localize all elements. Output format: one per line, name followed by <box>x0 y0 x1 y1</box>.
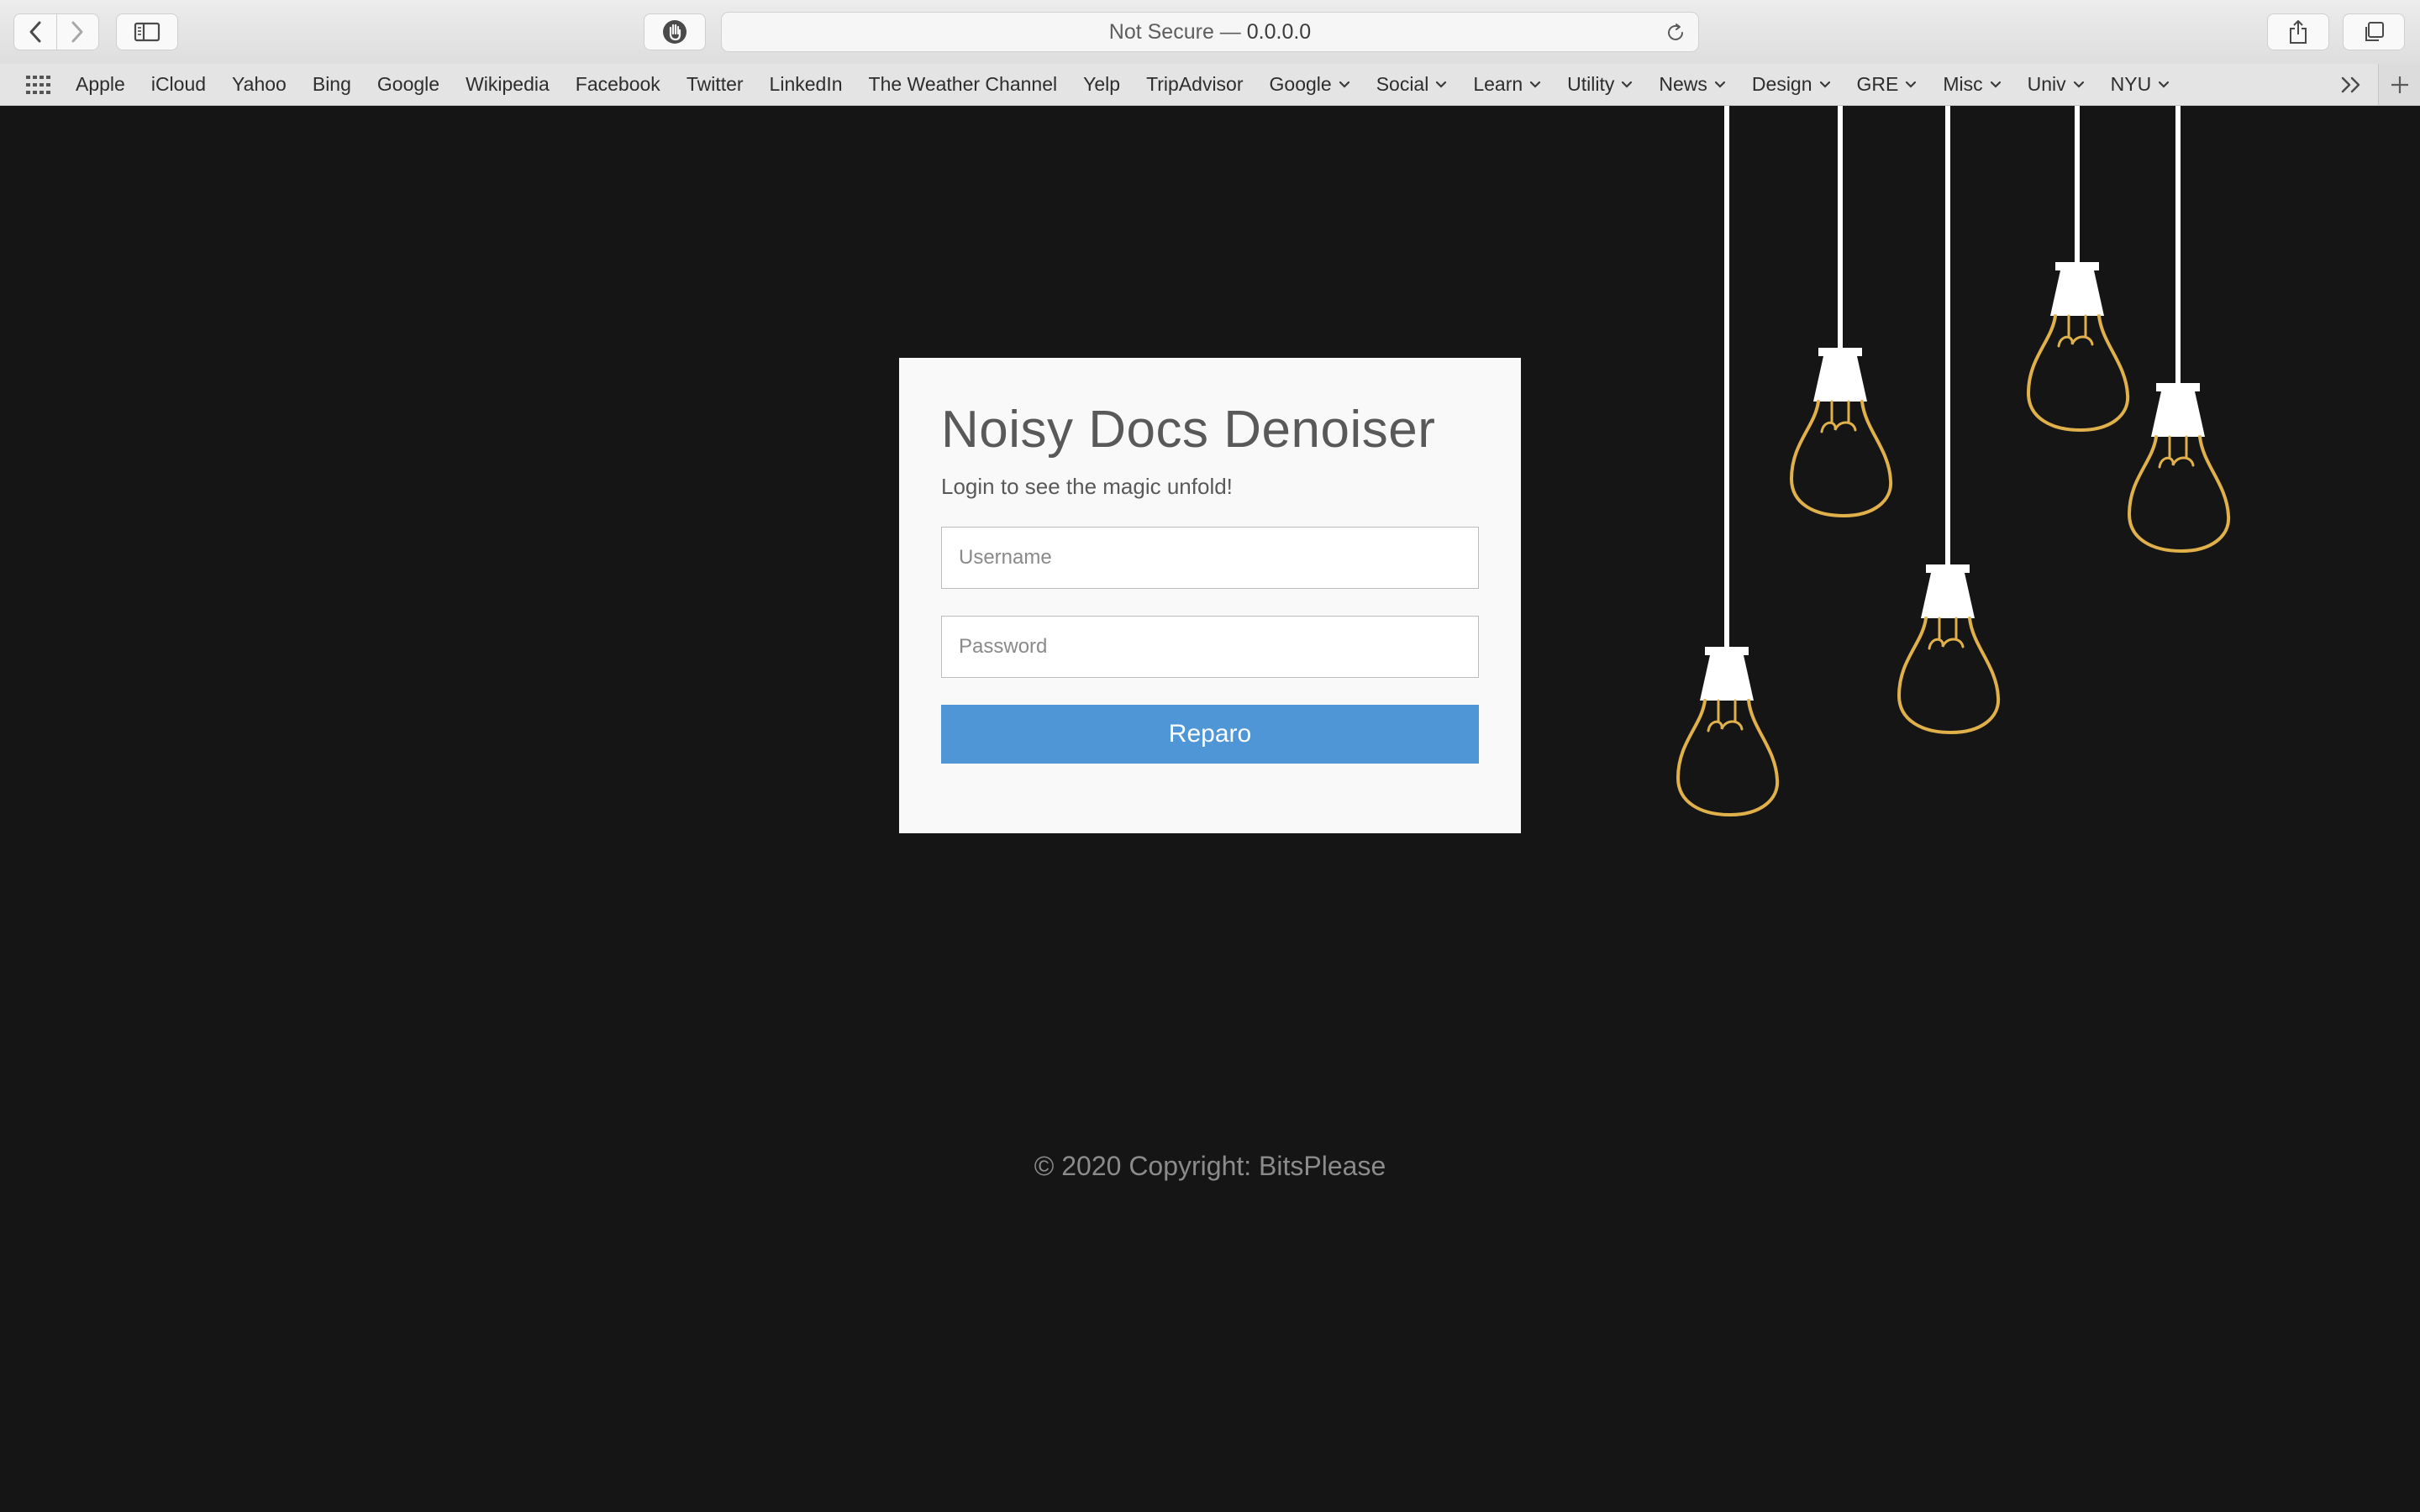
light-bulb <box>2127 106 2231 554</box>
favorites-item-label: Learn <box>1473 73 1523 95</box>
favorites-folder[interactable]: Design <box>1752 73 1831 96</box>
favorites-item-label: Google <box>376 73 440 95</box>
favorites-bar: Apple iCloud Yahoo Bing Google Wikipedia Faceb… <box>0 64 2420 106</box>
double-chevron-right-icon[interactable] <box>2339 75 2365 95</box>
favorites-link[interactable]: Google <box>377 73 439 96</box>
grid-icon[interactable] <box>25 75 50 95</box>
favorites-item-label: Twitter <box>686 73 744 95</box>
favorites-link[interactable]: iCloud <box>151 73 206 96</box>
share-button[interactable] <box>2267 13 2329 50</box>
favorites-item-label: TripAdvisor <box>1146 73 1244 95</box>
favorites-link[interactable]: Yelp <box>1083 73 1120 96</box>
favorites-folder[interactable]: Utility <box>1567 73 1633 96</box>
favorites-link[interactable]: Wikipedia <box>466 73 550 96</box>
favorites-item-label: Facebook <box>575 73 660 95</box>
chevron-down-icon <box>1436 81 1447 88</box>
favorites-item-label: Apple <box>76 73 125 95</box>
sidebar-button[interactable] <box>116 13 178 50</box>
favorites-item-label: The Weather Channel <box>868 73 1058 95</box>
favorites-item-label: Yelp <box>1083 73 1121 95</box>
favorites-folder[interactable]: Misc <box>1943 73 2001 96</box>
share-icon <box>2290 20 2307 44</box>
favorites-item-label: Design <box>1751 73 1812 95</box>
favorites-item-label: Utility <box>1567 73 1615 95</box>
light-bulb <box>1676 106 1780 817</box>
chevron-down-icon <box>1714 81 1726 88</box>
username-input[interactable] <box>941 527 1479 589</box>
forward-button[interactable] <box>55 14 99 50</box>
chevron-down-icon <box>1990 81 2001 88</box>
chevron-left-icon <box>29 21 41 43</box>
favorites-item-label: Misc <box>1943 73 1983 95</box>
favorites-item-label: iCloud <box>150 73 207 95</box>
chevron-down-icon <box>1339 81 1349 88</box>
favorites-link[interactable]: Apple <box>76 73 125 96</box>
chevron-down-icon <box>1530 81 1541 88</box>
light-bulb <box>2026 106 2130 433</box>
favorites-link[interactable]: Bing <box>313 73 351 96</box>
tab-overview-button[interactable] <box>2343 13 2405 50</box>
favorites-item-label: Social <box>1376 73 1429 95</box>
chevron-down-icon <box>2073 81 2084 88</box>
favorites-link[interactable]: TripAdvisor <box>1146 73 1243 96</box>
favorites-item-label: Bing <box>312 73 351 95</box>
favorites-item-label: Google <box>1269 73 1332 95</box>
login-subtitle: Login to see the magic unfold! <box>941 474 1233 499</box>
favorites-item-label: Yahoo <box>232 73 287 95</box>
privacy-report-button[interactable] <box>644 13 706 50</box>
nav-buttons <box>13 13 99 50</box>
chevron-down-icon <box>1622 81 1633 88</box>
favorites-list: Apple iCloud Yahoo Bing Google Wikipedia Faceb… <box>76 64 2196 105</box>
favorites-folder[interactable]: News <box>1659 73 1726 96</box>
favorites-link[interactable]: Twitter <box>687 73 744 96</box>
favorites-item-label: Univ <box>2027 73 2066 95</box>
favorites-folder[interactable]: Learn <box>1473 73 1541 96</box>
favorites-folder[interactable]: Social <box>1376 73 1448 96</box>
browser-toolbar: Not Secure — 0.0.0.0 <box>0 0 2420 65</box>
favorites-folder[interactable]: Google <box>1270 73 1350 96</box>
favorites-item-label: NYU <box>2110 73 2152 95</box>
favorites-item-label: News <box>1659 73 1707 95</box>
not-secure-label: Not Secure — <box>1108 20 1241 44</box>
favorites-item-label: GRE <box>1856 73 1899 95</box>
favorites-link[interactable]: Yahoo <box>232 73 287 96</box>
chevron-right-icon <box>71 21 83 43</box>
favorites-folder[interactable]: GRE <box>1857 73 1918 96</box>
login-card: Noisy Docs Denoiser Login to see the mag… <box>899 358 1521 833</box>
footer-copyright: © 2020 Copyright: BitsPlease <box>1034 1151 1386 1181</box>
url-host: 0.0.0.0 <box>1246 20 1312 44</box>
new-tab-button[interactable] <box>2378 64 2420 105</box>
favorites-folder[interactable]: NYU <box>2111 73 2170 96</box>
tabs-icon <box>2365 22 2384 41</box>
chevron-down-icon <box>2159 81 2170 88</box>
favorites-item-label: LinkedIn <box>769 73 843 95</box>
url-text: Not Secure — 0.0.0.0 <box>722 13 1698 51</box>
password-input[interactable] <box>941 616 1479 678</box>
favorites-folder[interactable]: Univ <box>2028 73 2085 96</box>
page-title: Noisy Docs Denoiser <box>941 401 1436 459</box>
chevron-down-icon <box>1819 81 1830 88</box>
hand-shield-icon <box>663 20 687 44</box>
address-bar[interactable]: Not Secure — 0.0.0.0 <box>721 12 1699 52</box>
plus-icon <box>2391 76 2408 93</box>
chevron-down-icon <box>1906 81 1917 88</box>
favorites-link[interactable]: The Weather Channel <box>869 73 1058 96</box>
page-content: Noisy Docs Denoiser Login to see the mag… <box>0 106 2420 1512</box>
light-bulb <box>1789 106 1893 518</box>
favorites-item-label: Wikipedia <box>466 73 550 95</box>
login-button[interactable]: Reparo <box>941 705 1479 764</box>
reload-icon[interactable] <box>1665 22 1686 44</box>
back-button[interactable] <box>14 14 56 50</box>
light-bulb <box>1897 106 2001 735</box>
favorites-link[interactable]: LinkedIn <box>770 73 843 96</box>
sidebar-icon <box>134 22 160 42</box>
favorites-link[interactable]: Facebook <box>576 73 660 96</box>
